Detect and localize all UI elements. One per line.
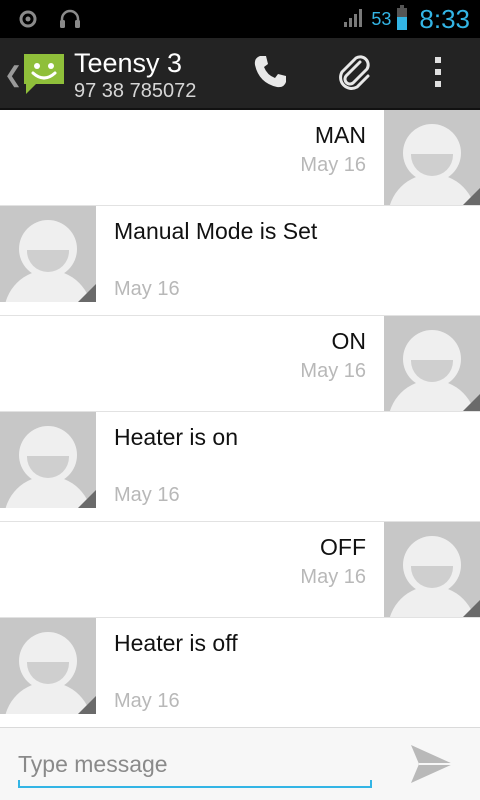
message-date: May 16 (114, 484, 180, 506)
battery-icon (397, 5, 408, 30)
call-button[interactable] (248, 52, 292, 96)
compose-input[interactable] (18, 744, 372, 784)
clock: 8:33 (419, 3, 470, 34)
signal-icon (343, 6, 365, 33)
message-item[interactable]: Heater is on May 16 (0, 412, 480, 522)
message-date: May 16 (300, 360, 366, 382)
sync-icon (18, 8, 38, 35)
avatar[interactable] (0, 412, 96, 508)
messaging-app-icon[interactable] (20, 50, 68, 98)
message-date: May 16 (114, 690, 180, 712)
status-bar: 53 8:33 (0, 0, 480, 38)
message-item[interactable]: ON May 16 (0, 316, 480, 412)
avatar[interactable] (0, 618, 96, 714)
avatar[interactable] (384, 110, 480, 206)
message-text: MAN (314, 122, 366, 148)
message-date: May 16 (300, 154, 366, 176)
compose-bar (0, 727, 480, 800)
message-date: May 16 (114, 278, 180, 300)
action-bar: ❮ Teensy 3 97 38 785072 (0, 38, 480, 110)
headset-icon (58, 8, 82, 35)
compose-underline (18, 780, 372, 788)
message-text: Manual Mode is Set (114, 218, 318, 244)
send-icon (409, 743, 455, 790)
attach-button[interactable] (332, 52, 376, 96)
attach-icon (334, 52, 374, 97)
avatar[interactable] (384, 522, 480, 618)
message-item[interactable]: MAN May 16 (0, 110, 480, 206)
message-text: Heater is off (114, 630, 238, 656)
contact-name[interactable]: Teensy 3 (74, 48, 182, 79)
message-item[interactable]: OFF May 16 (0, 522, 480, 618)
message-text: Heater is on (114, 424, 239, 450)
message-item[interactable]: Manual Mode is Set May 16 (0, 206, 480, 316)
send-button[interactable] (404, 740, 460, 792)
message-text: OFF (320, 534, 366, 560)
message-text: ON (331, 328, 367, 354)
contact-number: 97 38 785072 (74, 80, 197, 102)
message-date: May 16 (300, 566, 366, 588)
battery-percent: 53 (371, 8, 392, 29)
phone-icon (251, 53, 289, 96)
avatar[interactable] (0, 206, 96, 302)
overflow-menu-button[interactable] (416, 52, 460, 96)
message-item[interactable]: Heater is off May 16 (0, 618, 480, 727)
avatar[interactable] (384, 316, 480, 412)
overflow-menu-icon (433, 55, 443, 94)
conversation-list[interactable]: MAN May 16 Manual Mode is Set May 16 ON … (0, 110, 480, 727)
